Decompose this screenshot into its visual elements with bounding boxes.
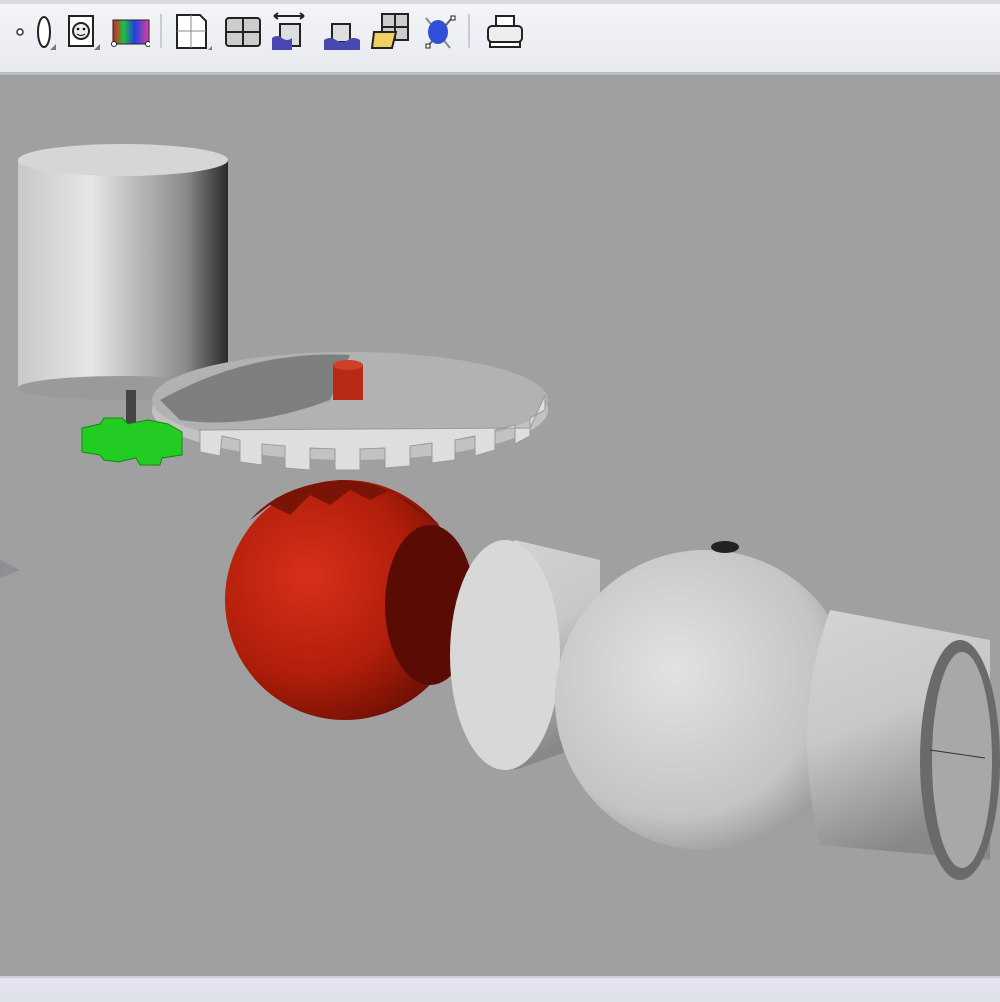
stretch-plane-icon[interactable] (268, 10, 308, 50)
water-plane-icon[interactable] (322, 10, 362, 50)
render-face-icon[interactable] (64, 10, 104, 50)
large-gear[interactable] (152, 352, 548, 471)
toolbar-separator (468, 14, 470, 48)
red-sphere[interactable] (225, 480, 475, 720)
four-viewports-icon[interactable] (222, 10, 262, 50)
toolbar-top-strip (0, 0, 1000, 4)
ellipsoid-icon[interactable] (26, 10, 66, 50)
perspective-viewport[interactable] (0, 75, 1000, 976)
camera-target-icon[interactable] (418, 10, 458, 50)
open-viewports-icon[interactable] (370, 10, 410, 50)
color-gradient-icon[interactable] (110, 10, 151, 50)
scene (0, 144, 1000, 880)
status-bar (0, 976, 1000, 1002)
toolbar (0, 0, 1000, 75)
toolbar-separator (160, 14, 162, 48)
new-layout-icon[interactable] (172, 10, 212, 50)
pipe-ball-joint[interactable] (450, 540, 1000, 880)
small-green-gear[interactable] (81, 417, 183, 466)
world-axis-marker (0, 560, 20, 578)
print-icon[interactable] (484, 10, 524, 50)
